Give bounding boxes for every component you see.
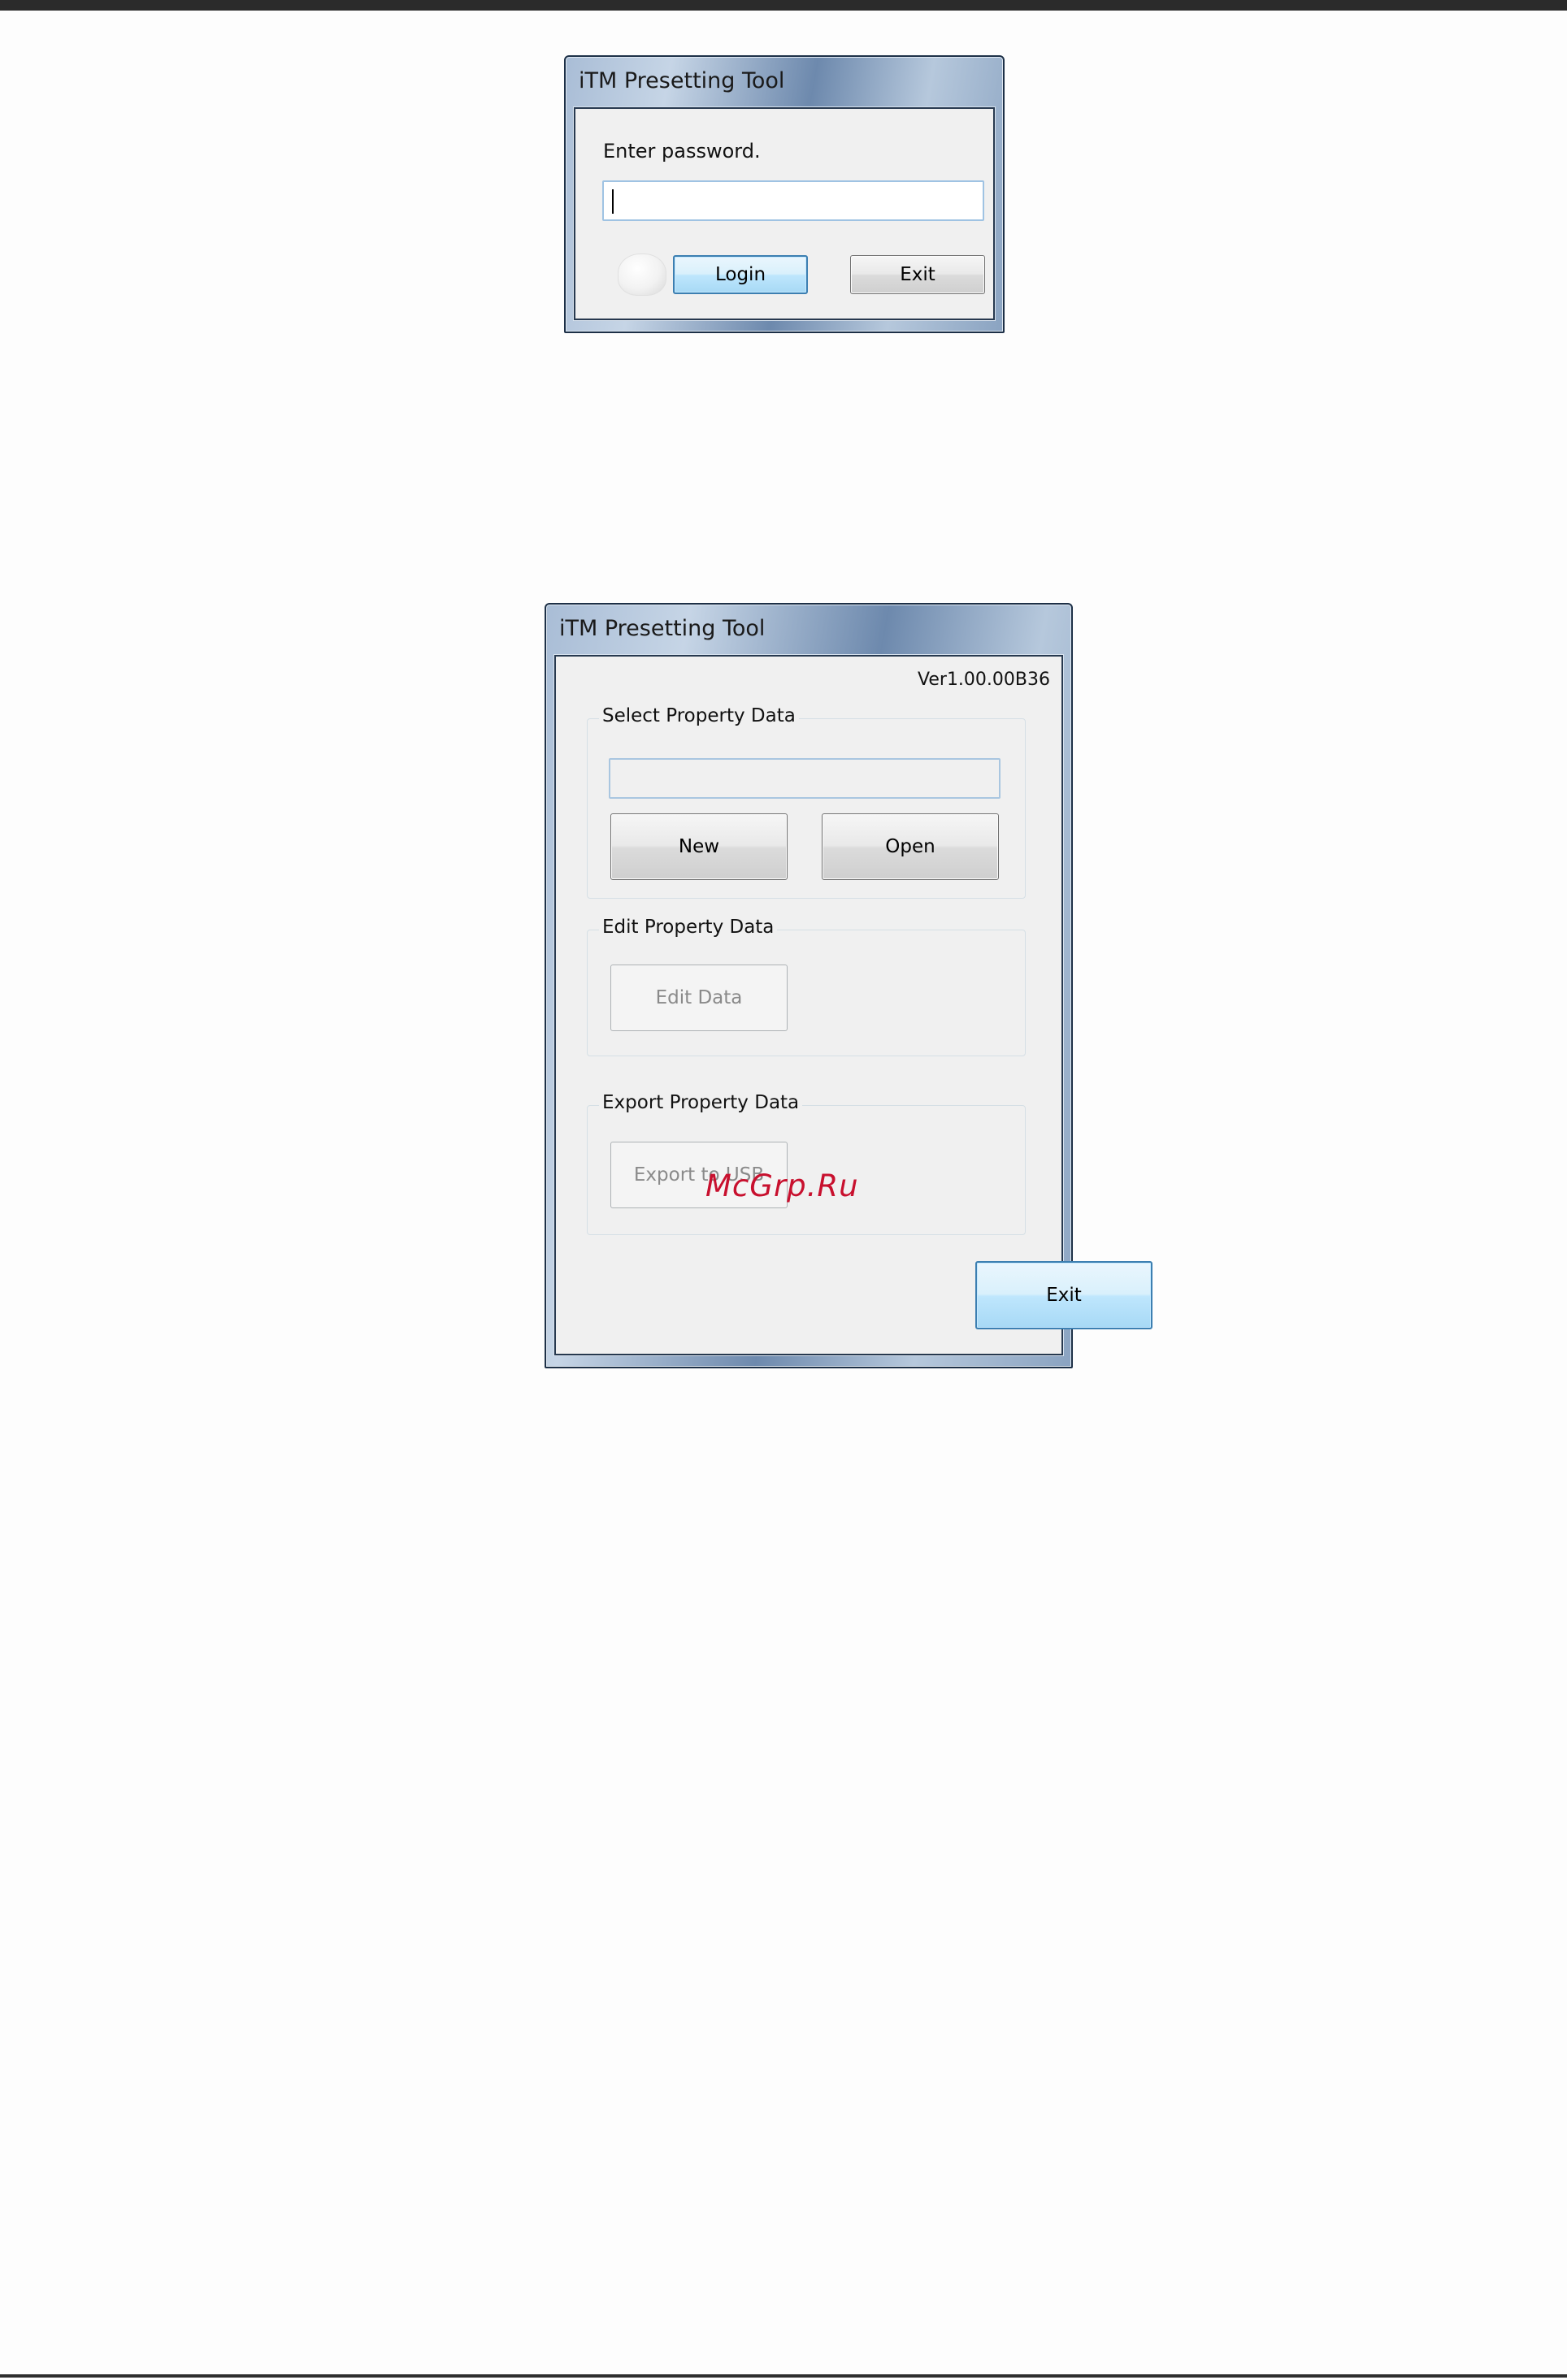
new-button-label: New [678,836,720,857]
page-top-bar [0,0,1567,11]
select-property-data-group: Select Property Data New Open [587,705,1026,899]
open-button[interactable]: Open [822,813,999,880]
edit-property-data-legend: Edit Property Data [599,917,778,938]
login-button-label: Login [714,264,766,285]
login-button[interactable]: Login [673,255,808,294]
main-dialog-title: iTM Presetting Tool [559,616,766,641]
main-exit-button-label: Exit [1046,1285,1082,1306]
password-input[interactable] [602,180,984,221]
edit-property-data-group: Edit Property Data Edit Data [587,917,1026,1056]
caps-lock-balloon-icon [618,254,666,296]
edit-data-button[interactable]: Edit Data [610,965,788,1031]
main-dialog-window: iTM Presetting Tool Ver1.00.00B36 Select… [545,603,1152,1368]
edit-data-button-label: Edit Data [655,987,743,1008]
property-file-path-field[interactable] [609,758,1001,799]
select-property-data-legend: Select Property Data [599,705,799,726]
main-exit-button[interactable]: Exit [975,1261,1152,1329]
login-exit-button-label: Exit [900,264,935,285]
watermark-text: McGrp.Ru [705,1168,859,1203]
login-dialog-window: iTM Presetting Tool Enter password. Logi… [564,55,1005,333]
login-exit-button[interactable]: Exit [850,255,985,294]
page-bottom-rule [0,2374,1567,2378]
main-dialog-body: Ver1.00.00B36 Select Property Data New O… [554,655,1152,1355]
version-label: Ver1.00.00B36 [918,670,1050,690]
export-property-data-legend: Export Property Data [599,1092,803,1113]
new-button[interactable]: New [610,813,788,880]
open-button-label: Open [885,836,935,857]
login-dialog-body: Enter password. Login Exit [574,107,995,320]
login-dialog-title: iTM Presetting Tool [579,68,785,93]
password-prompt-label: Enter password. [603,140,761,163]
text-caret [612,189,614,214]
